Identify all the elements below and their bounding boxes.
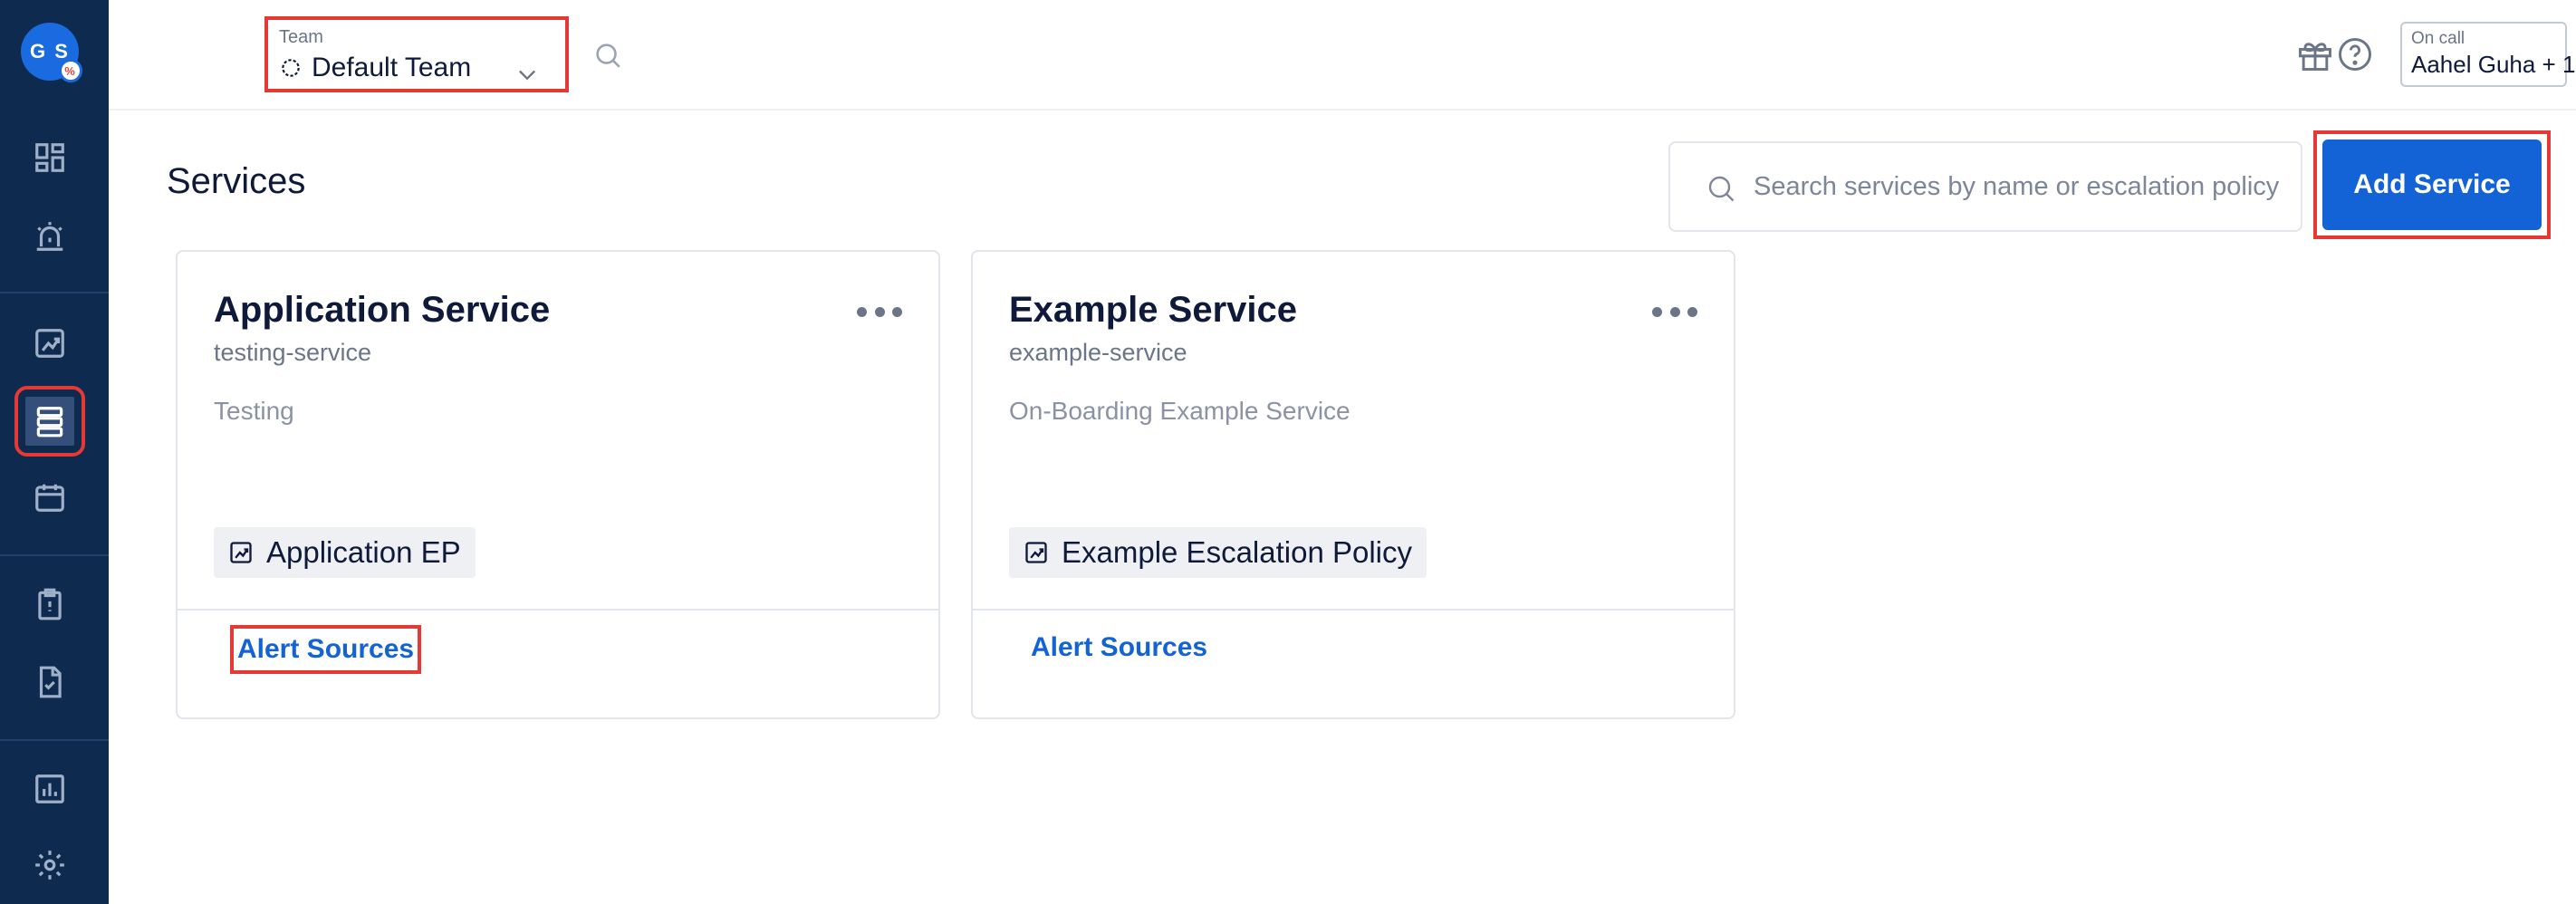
more-options-icon[interactable]: [1652, 303, 1697, 321]
add-service-highlight: Add Service: [2313, 130, 2551, 239]
service-name[interactable]: Application Service: [214, 290, 550, 331]
service-description: Testing: [214, 397, 294, 425]
sidebar-item-escalation-policies[interactable]: [25, 319, 74, 368]
gift-icon[interactable]: [2295, 34, 2335, 74]
team-label: Team: [279, 27, 323, 47]
escalation-policies-icon: [35, 329, 64, 358]
clipboard-icon: [38, 588, 62, 620]
service-name[interactable]: Example Service: [1009, 290, 1297, 331]
escalation-policy-icon: [1025, 542, 1047, 563]
sidebar-item-settings[interactable]: [25, 841, 74, 890]
alert-sources-link[interactable]: Alert Sources: [1031, 632, 1207, 663]
services-icon: [36, 407, 63, 438]
escalation-policy-name: Application EP: [266, 535, 461, 569]
settings-icon: [35, 851, 64, 880]
team-icon: [282, 59, 300, 77]
add-service-button[interactable]: Add Service: [2322, 139, 2542, 230]
org-avatar[interactable]: G S %: [21, 23, 82, 82]
service-search-input[interactable]: [1754, 167, 2288, 207]
sidebar-divider: [0, 739, 109, 741]
service-slug: example-service: [1009, 339, 1187, 366]
on-call-widget[interactable]: On call Aahel Guha + 1: [2400, 22, 2576, 87]
card-divider: [973, 609, 1734, 611]
dashboard-icon: [35, 143, 64, 172]
chevron-down-icon: [519, 70, 535, 81]
help-icon[interactable]: [2335, 34, 2375, 74]
document-check-icon: [39, 666, 62, 698]
on-call-label: On call: [2411, 29, 2465, 48]
sidebar-item-services[interactable]: [14, 386, 85, 457]
escalation-policy-name: Example Escalation Policy: [1062, 535, 1413, 569]
service-card[interactable]: Application Service testing-service Test…: [176, 250, 940, 719]
sidebar-item-runbooks[interactable]: [25, 580, 74, 629]
escalation-policy-icon: [230, 542, 252, 563]
escalation-policy-chip[interactable]: Application EP: [214, 527, 476, 578]
calendar-icon: [35, 484, 64, 512]
team-name: Default Team: [312, 53, 472, 82]
alert-sources-link[interactable]: Alert Sources: [230, 625, 422, 674]
search-icon: [1708, 176, 1735, 202]
more-options-icon[interactable]: [857, 303, 902, 321]
escalation-policy-chip[interactable]: Example Escalation Policy: [1009, 527, 1427, 578]
service-description: On-Boarding Example Service: [1009, 397, 1350, 425]
card-divider: [178, 609, 938, 611]
search-icon[interactable]: [592, 40, 623, 71]
sidebar-item-dashboard[interactable]: [25, 133, 74, 182]
analytics-icon: [35, 774, 64, 803]
service-search: [1668, 141, 2302, 232]
sidebar-item-postmortems[interactable]: [25, 658, 74, 707]
team-selector[interactable]: Team Default Team: [264, 16, 569, 92]
team-value: Default Team: [279, 53, 471, 83]
service-slug: testing-service: [214, 339, 372, 366]
sidebar-divider: [0, 554, 109, 556]
sidebar-item-analytics[interactable]: [25, 765, 74, 813]
sidebar-item-incidents[interactable]: [25, 212, 74, 261]
org-badge: %: [59, 59, 82, 82]
on-call-value: Aahel Guha + 1: [2411, 51, 2576, 78]
sidebar-item-schedules[interactable]: [25, 473, 74, 522]
sidebar-divider: [0, 292, 109, 293]
service-card[interactable]: Example Service example-service On-Board…: [971, 250, 1735, 719]
page-title: Services: [167, 161, 306, 201]
top-bar: Team Default Team On call Aahel Guha + 1…: [109, 0, 2576, 111]
sidebar: G S %: [0, 0, 109, 904]
incidents-icon: [36, 222, 63, 251]
